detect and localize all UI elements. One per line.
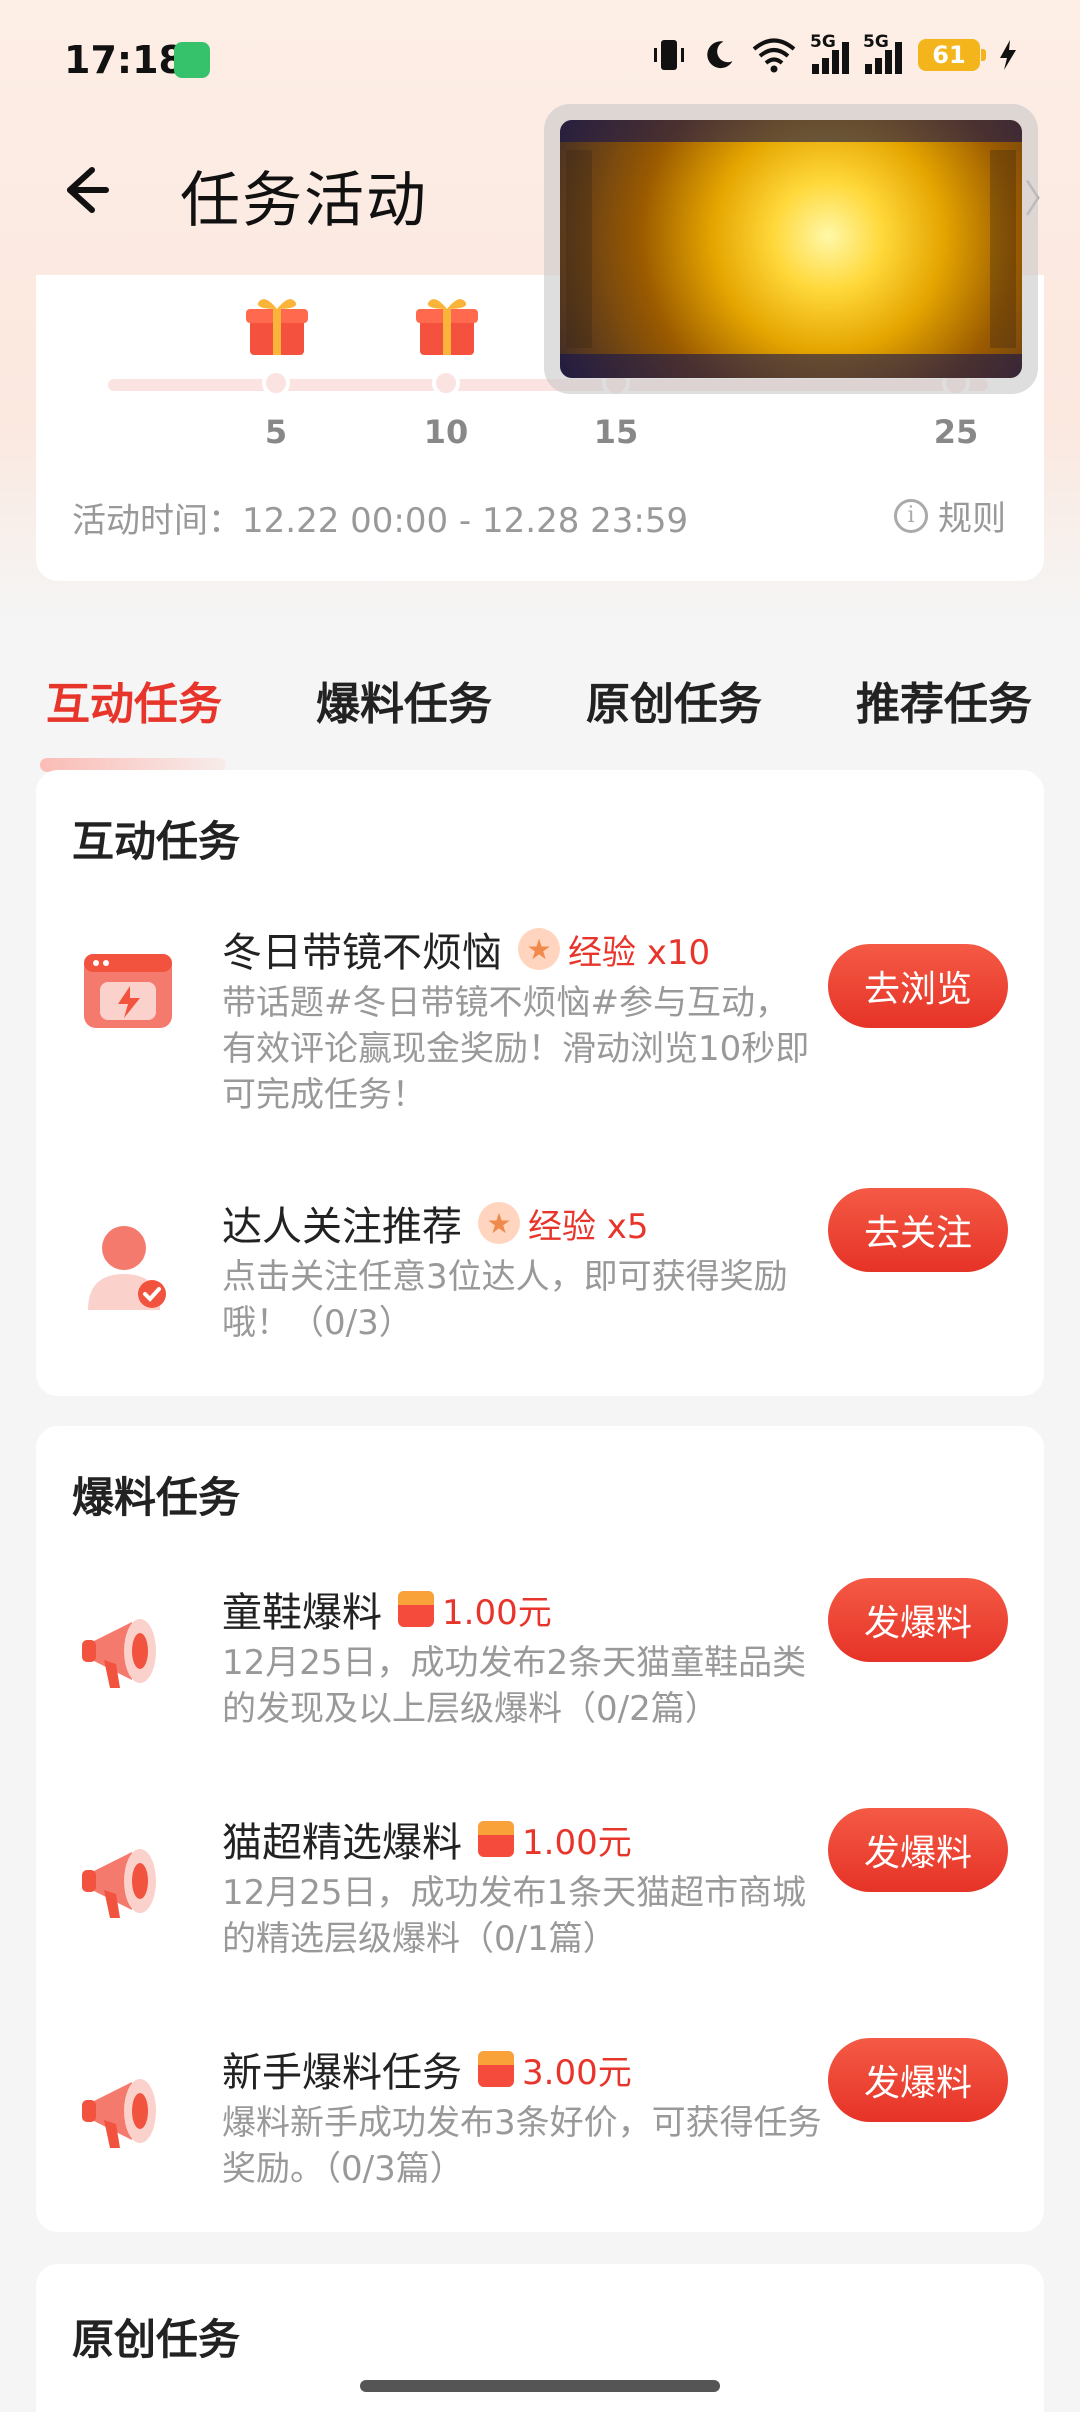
- status-bar: 17:18 5G 5G 61: [0, 0, 1080, 120]
- milestone-dot: [262, 369, 290, 397]
- task-item: 冬日带镜不烦恼 ★ 经验 x10 带话题#冬日带镜不烦恼#参与互动，有效评论赢现…: [36, 920, 1044, 1140]
- post-tipoff-button[interactable]: 发爆料: [828, 1578, 1008, 1662]
- milestone-dot: [432, 369, 460, 397]
- task-reward: ★ 经验 x5: [478, 1199, 649, 1248]
- milestone-label: 5: [264, 413, 288, 451]
- activity-time: 活动时间：12.22 00:00 - 12.28 23:59: [72, 501, 689, 541]
- moon-icon: [707, 41, 733, 69]
- star-icon: ★: [478, 1202, 520, 1244]
- gift-icon[interactable]: [244, 293, 310, 359]
- task-item: 达人关注推荐 ★ 经验 x5 点击关注任意3位达人，即可获得奖励哦！（0/3） …: [36, 1188, 1044, 1364]
- charging-icon: [1000, 40, 1016, 70]
- task-name: 达人关注推荐 ★ 经验 x5: [222, 1194, 649, 1252]
- reward-value: 经验 x10: [568, 932, 711, 973]
- task-description: 点击关注任意3位达人，即可获得奖励哦！（0/3）: [222, 1257, 788, 1343]
- task-description: 带话题#冬日带镜不烦恼#参与互动，有效评论赢现金奖励！滑动浏览10秒即可完成任务…: [222, 983, 810, 1115]
- network-type-1: 5G: [810, 32, 836, 52]
- task-title: 新手爆料任务: [222, 2050, 462, 2096]
- tab-recommend[interactable]: 推荐任务: [856, 668, 1032, 732]
- video-hud-bottom: [560, 354, 1022, 378]
- signal-icon-1: 5G: [810, 32, 849, 74]
- floating-video-window[interactable]: [544, 104, 1038, 394]
- milestone-label: 25: [933, 413, 979, 451]
- tab-tipoff[interactable]: 爆料任务: [316, 668, 492, 732]
- task-tabs: 互动任务 爆料任务 原创任务 推荐任务: [0, 668, 1080, 772]
- status-time: 17:18: [64, 38, 185, 82]
- video-hud-right: [990, 150, 1016, 348]
- rules-link[interactable]: i 规则: [894, 491, 1006, 540]
- home-indicator[interactable]: [360, 2380, 720, 2392]
- reward-value: 经验 x5: [528, 1206, 649, 1247]
- task-title: 冬日带镜不烦恼: [222, 930, 502, 976]
- task-name: 冬日带镜不烦恼 ★ 经验 x10: [222, 920, 710, 978]
- browse-window-icon: [84, 954, 172, 1028]
- star-icon: ★: [518, 928, 560, 970]
- reward-value: 3.00元: [522, 2052, 632, 2093]
- megaphone-icon: [82, 1849, 156, 1918]
- task-name: 新手爆料任务 3.00元: [222, 2040, 632, 2098]
- gift-icon[interactable]: [414, 293, 480, 359]
- interact-task-card: 互动任务 冬日带镜不烦恼 ★ 经验 x10 带话题#冬日带镜不烦恼#参与互动，有…: [36, 770, 1044, 1396]
- vibrate-icon: [654, 40, 684, 70]
- network-type-2: 5G: [863, 32, 889, 52]
- wifi-icon: [752, 38, 796, 73]
- task-item: 猫超精选爆料 1.00元 12月25日，成功发布1条天猫超市商城的精选层级爆料（…: [36, 1808, 1044, 1990]
- info-icon: i: [894, 498, 928, 533]
- user-follow-icon: [88, 1226, 166, 1310]
- reward-value: 1.00元: [442, 1592, 552, 1633]
- signal-icon-2: 5G: [863, 32, 902, 74]
- battery-icon: 61: [918, 39, 986, 71]
- browse-button[interactable]: 去浏览: [828, 944, 1008, 1028]
- task-name: 童鞋爆料 1.00元: [222, 1580, 552, 1638]
- app-notification-icon: [174, 42, 210, 78]
- page-title: 任务活动: [180, 166, 428, 236]
- task-description: 12月25日，成功发布2条天猫童鞋品类的发现及以上层级爆料（0/2篇）: [222, 1643, 807, 1729]
- task-reward: 1.00元: [478, 1815, 632, 1864]
- megaphone-icon: [82, 1619, 156, 1688]
- milestone-label: 10: [423, 413, 469, 451]
- tab-interact[interactable]: 互动任务: [46, 668, 222, 732]
- video-hud-left: [566, 150, 592, 348]
- back-arrow-icon[interactable]: [52, 158, 116, 222]
- task-title: 童鞋爆料: [222, 1590, 382, 1636]
- task-title: 猫超精选爆料: [222, 1820, 462, 1866]
- post-tipoff-button[interactable]: 发爆料: [828, 2038, 1008, 2122]
- task-description: 爆料新手成功发布3条好价，可获得任务奖励。（0/3篇）: [222, 2103, 822, 2189]
- section-title: 爆料任务: [72, 1473, 241, 1522]
- video-frame: [560, 120, 1022, 378]
- task-reward: 3.00元: [478, 2045, 632, 2094]
- tipoff-task-card: 爆料任务 童鞋爆料 1.00元 12月25日，成功发布2条天猫童鞋品类的发现及以…: [36, 1426, 1044, 2232]
- task-title: 达人关注推荐: [222, 1204, 462, 1250]
- task-description: 12月25日，成功发布1条天猫超市商城的精选层级爆料（0/1篇）: [222, 1873, 807, 1959]
- section-title: 原创任务: [72, 2315, 241, 2364]
- task-reward: 1.00元: [398, 1585, 552, 1634]
- milestone-label: 15: [593, 413, 639, 451]
- post-tipoff-button[interactable]: 发爆料: [828, 1808, 1008, 1892]
- task-item: 新手爆料任务 3.00元 爆料新手成功发布3条好价，可获得任务奖励。（0/3篇）…: [36, 2038, 1044, 2220]
- tab-original[interactable]: 原创任务: [586, 668, 762, 732]
- video-hud-top: [560, 120, 1022, 142]
- rules-label: 规则: [938, 499, 1006, 539]
- megaphone-icon: [82, 2079, 156, 2148]
- red-envelope-icon: [478, 1821, 514, 1857]
- task-name: 猫超精选爆料 1.00元: [222, 1810, 632, 1868]
- red-envelope-icon: [398, 1591, 434, 1627]
- status-icons: 5G 5G 61: [652, 32, 1020, 74]
- task-item: 童鞋爆料 1.00元 12月25日，成功发布2条天猫童鞋品类的发现及以上层级爆料…: [36, 1578, 1044, 1760]
- task-reward: ★ 经验 x10: [518, 925, 710, 974]
- section-title: 互动任务: [72, 817, 241, 866]
- follow-button[interactable]: 去关注: [828, 1188, 1008, 1272]
- reward-value: 1.00元: [522, 1822, 632, 1863]
- red-envelope-icon: [478, 2051, 514, 2087]
